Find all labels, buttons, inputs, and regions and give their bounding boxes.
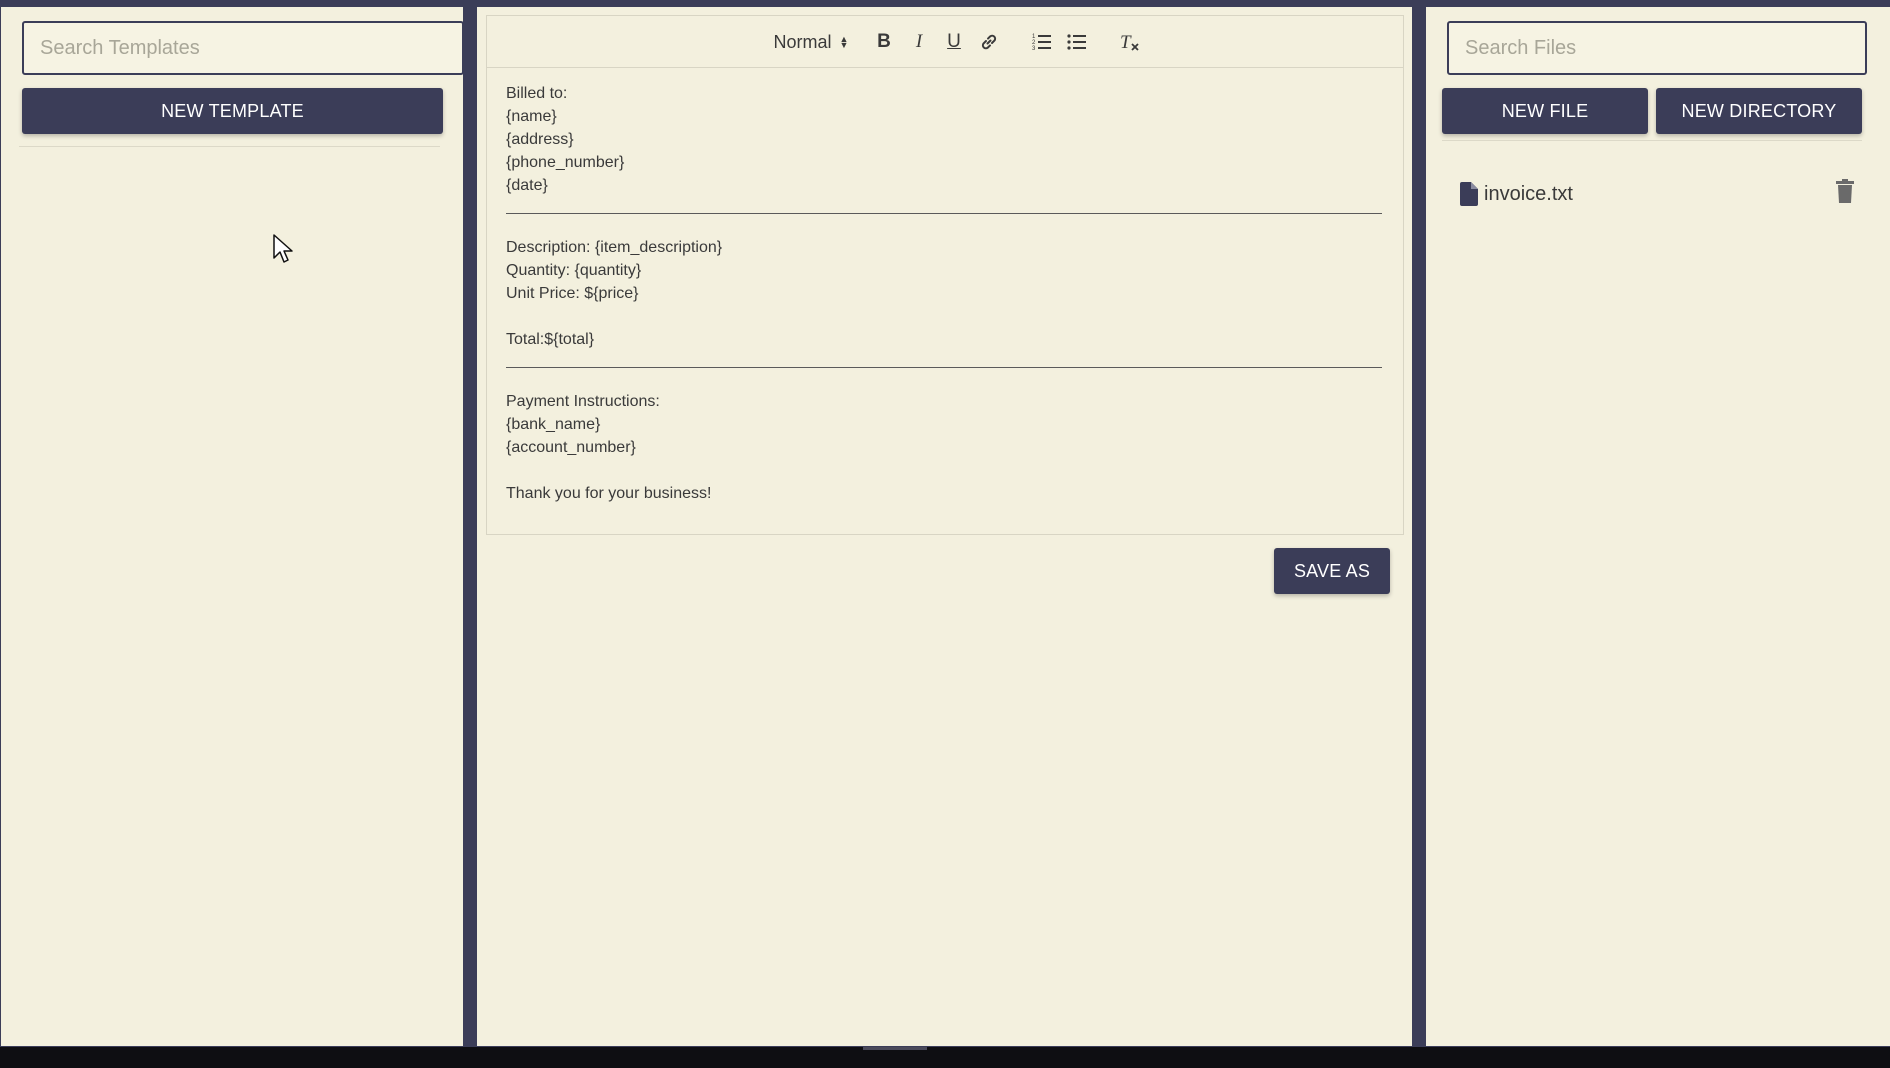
text-line: Thank you for your business! <box>506 485 712 502</box>
text-line: Description: {item_description} <box>506 239 723 256</box>
clear-format-icon[interactable]: T <box>1118 30 1142 54</box>
text-line: Quantity: {quantity} <box>506 262 642 279</box>
save-as-button[interactable]: SAVE AS <box>1274 548 1390 594</box>
editor-panel: Normal ▲ ▼ B I U 123 T Billed to: {name}… <box>477 7 1412 1046</box>
file-icon <box>1460 182 1478 206</box>
mouse-cursor-icon <box>273 234 295 269</box>
templates-panel: NEW TEMPLATE <box>1 7 464 1046</box>
text-line: {name} <box>506 108 557 125</box>
underline-button[interactable]: U <box>943 30 965 54</box>
link-icon[interactable] <box>977 30 1001 54</box>
text-line: {date} <box>506 177 548 194</box>
search-files-input[interactable] <box>1447 21 1867 75</box>
rich-text-editor: Normal ▲ ▼ B I U 123 T Billed to: {name}… <box>486 15 1404 535</box>
file-list-item[interactable]: invoice.txt <box>1460 179 1860 209</box>
svg-text:3: 3 <box>1032 46 1036 51</box>
editor-content[interactable]: Billed to: {name} {address} {phone_numbe… <box>506 82 1382 505</box>
divider <box>19 146 440 147</box>
new-file-button[interactable]: NEW FILE <box>1442 88 1648 134</box>
ordered-list-icon[interactable]: 123 <box>1030 30 1054 54</box>
files-panel: NEW FILE NEW DIRECTORY invoice.txt <box>1426 7 1890 1046</box>
search-templates-input[interactable] <box>22 21 464 75</box>
text-line: Total:${total} <box>506 331 595 348</box>
bold-button[interactable]: B <box>873 30 895 54</box>
select-arrows-icon: ▲ ▼ <box>839 34 849 50</box>
text-line: Billed to: <box>506 85 568 102</box>
heading-select[interactable]: Normal ▲ ▼ <box>768 30 854 54</box>
text-line: {address} <box>506 131 574 148</box>
bullet-list-icon[interactable] <box>1065 30 1089 54</box>
separator-line <box>506 367 1382 368</box>
text-line: {account_number} <box>506 439 636 456</box>
text-line: {bank_name} <box>506 416 601 433</box>
bottom-bar <box>0 1047 1890 1068</box>
trash-icon[interactable] <box>1836 179 1854 203</box>
file-name: invoice.txt <box>1484 182 1573 205</box>
separator-line <box>506 213 1382 214</box>
new-template-button[interactable]: NEW TEMPLATE <box>22 88 443 134</box>
resize-handle[interactable] <box>863 1047 927 1050</box>
divider <box>1442 140 1862 141</box>
text-line: {phone_number} <box>506 154 625 171</box>
editor-toolbar: Normal ▲ ▼ B I U 123 T <box>487 16 1403 68</box>
svg-text:T: T <box>1120 32 1132 52</box>
italic-button[interactable]: I <box>908 30 930 54</box>
text-line: Unit Price: ${price} <box>506 285 639 302</box>
new-directory-button[interactable]: NEW DIRECTORY <box>1656 88 1862 134</box>
text-line: Payment Instructions: <box>506 393 660 410</box>
